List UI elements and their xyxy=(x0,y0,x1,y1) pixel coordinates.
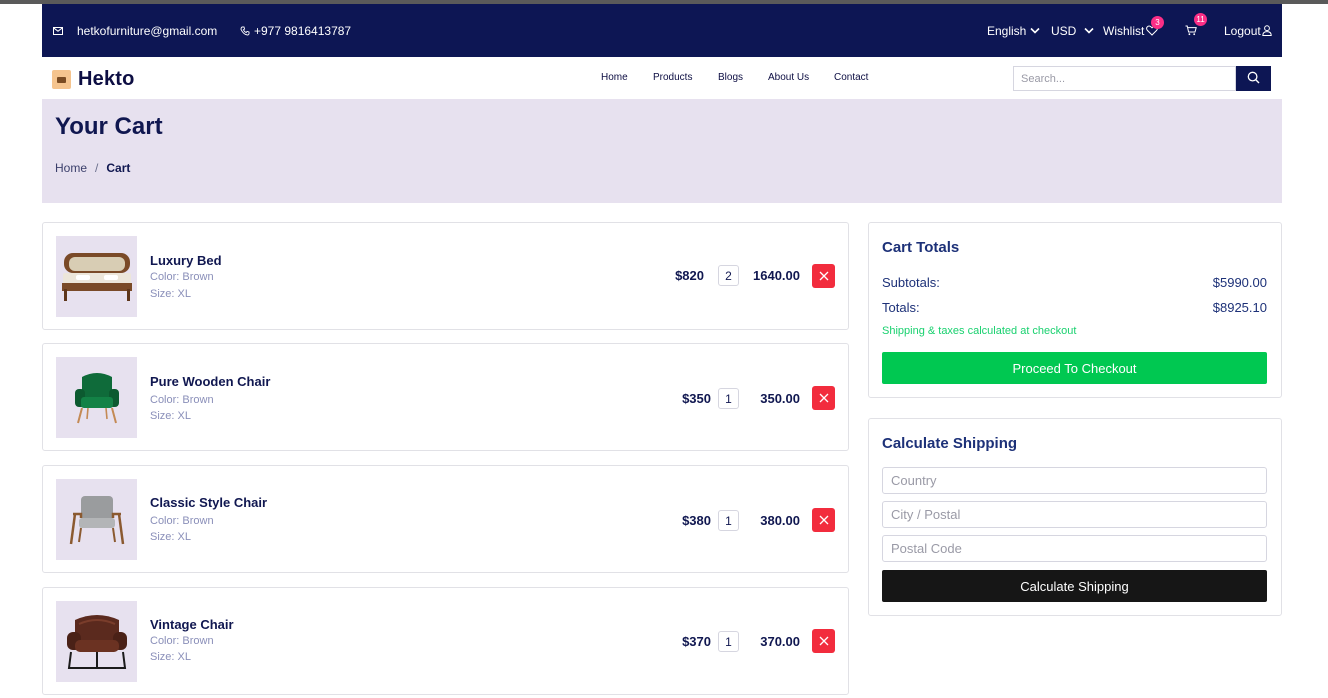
product-size: Size: XL xyxy=(150,651,191,663)
line-total: 370.00 xyxy=(760,634,800,649)
green-armchair-icon xyxy=(74,372,119,423)
wishlist-link[interactable]: Wishlist xyxy=(1103,4,1159,57)
top-bar: hetkofurniture@gmail.com +977 9816413787… xyxy=(42,4,1282,57)
cart-item: Classic Style Chair Color: Brown Size: X… xyxy=(42,465,849,573)
close-icon xyxy=(819,391,829,406)
product-image[interactable] xyxy=(56,601,137,682)
product-image[interactable] xyxy=(56,236,137,317)
currency-value: USD xyxy=(1051,23,1077,38)
page-title: Your Cart xyxy=(55,113,163,140)
logout-link[interactable]: Logout xyxy=(1224,4,1272,57)
logo-mark-icon xyxy=(52,70,71,89)
cart-item: Pure Wooden Chair Color: Brown Size: XL … xyxy=(42,343,849,451)
remove-item-button[interactable] xyxy=(812,629,835,653)
unit-price: $350 xyxy=(682,391,711,406)
total-label: Totals: xyxy=(882,300,920,315)
brand-logo[interactable]: Hekto xyxy=(52,68,135,91)
product-size: Size: XL xyxy=(150,531,191,543)
product-image[interactable] xyxy=(56,479,137,560)
calculate-shipping-button[interactable]: Calculate Shipping xyxy=(882,570,1267,602)
search-input[interactable] xyxy=(1013,66,1236,91)
product-size: Size: XL xyxy=(150,410,191,422)
product-name[interactable]: Luxury Bed xyxy=(150,253,222,268)
unit-price: $820 xyxy=(675,268,704,283)
nav-contact[interactable]: Contact xyxy=(834,72,868,83)
nav-home[interactable]: Home xyxy=(601,72,628,83)
cart-totals-panel: Cart Totals Subtotals: $5990.00 Totals: … xyxy=(868,222,1282,398)
product-size: Size: XL xyxy=(150,288,191,300)
product-color: Color: Brown xyxy=(150,515,214,527)
phone-text: +977 9816413787 xyxy=(254,23,352,38)
remove-item-button[interactable] xyxy=(812,264,835,288)
line-total: 380.00 xyxy=(760,513,800,528)
product-name[interactable]: Classic Style Chair xyxy=(150,495,267,510)
language-value: English xyxy=(987,23,1027,38)
quantity-field[interactable]: 1 xyxy=(718,631,739,652)
country-field[interactable] xyxy=(882,467,1267,494)
cart-link[interactable] xyxy=(1185,4,1197,57)
product-name[interactable]: Vintage Chair xyxy=(150,617,234,632)
total-value: $8925.10 xyxy=(1212,300,1267,315)
calculate-shipping-title: Calculate Shipping xyxy=(882,435,1018,452)
quantity-field[interactable]: 1 xyxy=(718,510,739,531)
subtotal-label: Subtotals: xyxy=(882,275,940,290)
language-select[interactable]: English xyxy=(987,4,1040,57)
main-header: Hekto Home Products Blogs About Us Conta… xyxy=(42,57,1282,99)
product-color: Color: Brown xyxy=(150,635,214,647)
breadcrumb-home[interactable]: Home xyxy=(55,161,87,175)
cart-icon xyxy=(1185,25,1197,36)
chevron-down-icon xyxy=(1030,27,1040,34)
phone-icon xyxy=(240,26,250,36)
brand-name: Hekto xyxy=(78,68,135,90)
user-icon xyxy=(1262,25,1272,36)
product-color: Color: Brown xyxy=(150,271,214,283)
line-total: 350.00 xyxy=(760,391,800,406)
bed-icon xyxy=(61,252,132,301)
breadcrumb-separator: / xyxy=(95,161,99,175)
postal-code-field[interactable] xyxy=(882,535,1267,562)
logout-label: Logout xyxy=(1224,23,1261,38)
mail-icon xyxy=(53,26,63,35)
chevron-down-icon xyxy=(1084,27,1094,34)
remove-item-button[interactable] xyxy=(812,386,835,410)
shipping-note: Shipping & taxes calculated at checkout xyxy=(882,325,1077,337)
close-icon xyxy=(819,269,829,284)
cart-totals-title: Cart Totals xyxy=(882,239,960,256)
grey-armchair-icon xyxy=(69,495,124,544)
calculate-shipping-panel: Calculate Shipping Calculate Shipping xyxy=(868,418,1282,616)
cart-count-badge: 11 xyxy=(1194,13,1207,26)
product-name[interactable]: Pure Wooden Chair xyxy=(150,374,270,389)
wishlist-label: Wishlist xyxy=(1103,23,1145,38)
line-total: 1640.00 xyxy=(753,268,800,283)
nav-about-us[interactable]: About Us xyxy=(768,72,809,83)
quantity-field[interactable]: 2 xyxy=(718,265,739,286)
cart-item: Luxury Bed Color: Brown Size: XL $820 2 … xyxy=(42,222,849,330)
leather-chair-icon xyxy=(66,614,127,669)
currency-select[interactable]: USD xyxy=(1051,4,1094,57)
close-icon xyxy=(819,634,829,649)
nav-products[interactable]: Products xyxy=(653,72,692,83)
product-color: Color: Brown xyxy=(150,394,214,406)
city-postal-field[interactable] xyxy=(882,501,1267,528)
unit-price: $380 xyxy=(682,513,711,528)
search-button[interactable] xyxy=(1236,66,1271,91)
wishlist-count-badge: 3 xyxy=(1151,16,1164,29)
nav-blogs[interactable]: Blogs xyxy=(718,72,743,83)
quantity-field[interactable]: 1 xyxy=(718,388,739,409)
close-icon xyxy=(819,513,829,528)
cart-item: Vintage Chair Color: Brown Size: XL $370… xyxy=(42,587,849,695)
contact-phone[interactable]: +977 9816413787 xyxy=(240,4,351,57)
contact-email[interactable]: hetkofurniture@gmail.com xyxy=(53,4,217,57)
email-text: hetkofurniture@gmail.com xyxy=(77,23,218,38)
breadcrumb: Home / Cart xyxy=(55,161,130,175)
proceed-to-checkout-button[interactable]: Proceed To Checkout xyxy=(882,352,1267,384)
breadcrumb-current: Cart xyxy=(106,161,131,175)
remove-item-button[interactable] xyxy=(812,508,835,532)
page-hero: Your Cart Home / Cart xyxy=(42,99,1282,203)
unit-price: $370 xyxy=(682,634,711,649)
subtotal-value: $5990.00 xyxy=(1212,275,1267,290)
product-image[interactable] xyxy=(56,357,137,438)
search-icon xyxy=(1247,71,1260,87)
